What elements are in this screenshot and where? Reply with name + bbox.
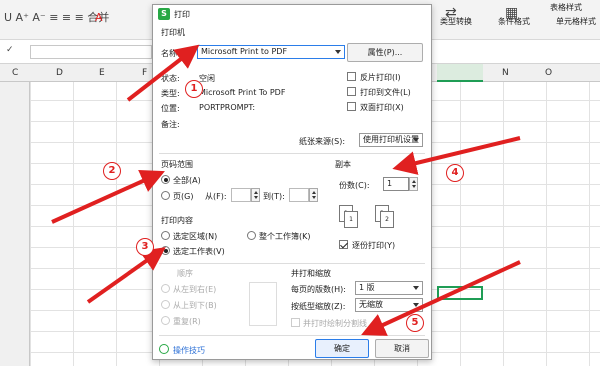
arrow-1 <box>126 44 200 102</box>
arrow-5 <box>361 260 521 336</box>
annotation-circle: 2 <box>103 162 121 180</box>
annotation-circle: 3 <box>136 238 154 256</box>
arrow-3 <box>86 247 166 304</box>
arrow-2 <box>51 169 165 224</box>
annotation-arrows <box>51 44 521 336</box>
arrow-4 <box>392 136 521 175</box>
annotation-circle: 1 <box>185 80 203 98</box>
annotation-circle: 4 <box>446 164 464 182</box>
annotation-circle: 5 <box>406 314 424 332</box>
